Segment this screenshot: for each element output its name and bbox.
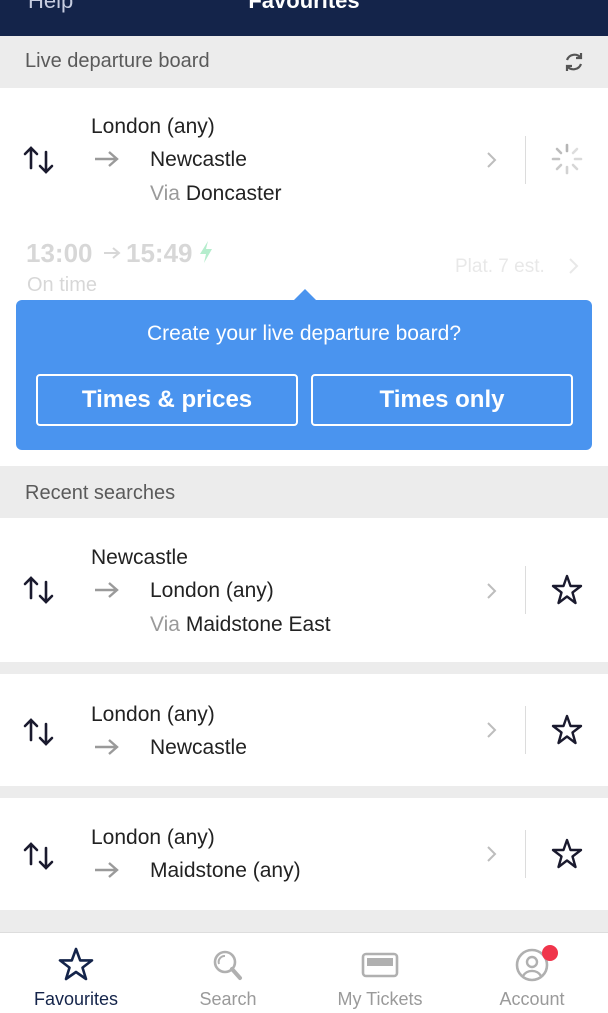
swap-direction-icon[interactable] [22, 714, 56, 748]
times-only-button[interactable]: Times only [311, 374, 573, 426]
chevron-right-icon [487, 722, 497, 738]
recent-search-item[interactable]: London (any) Maidstone (any) [0, 798, 608, 910]
journey-from: London (any) [91, 826, 215, 849]
star-icon[interactable] [550, 573, 584, 607]
vertical-divider [525, 830, 526, 878]
tab-favourites[interactable]: Favourites [0, 933, 152, 1013]
via-station: Doncaster [185, 182, 282, 205]
chevron-right-icon [487, 152, 497, 168]
notification-badge [542, 945, 558, 961]
swap-direction-icon[interactable] [22, 142, 56, 176]
via-station: Maidstone East [185, 613, 331, 636]
recent-search-item[interactable]: London (any) Newcastle [0, 674, 608, 786]
journey-to: Newcastle [150, 736, 247, 759]
tab-account[interactable]: Account [456, 933, 608, 1013]
vertical-divider [525, 566, 526, 614]
journey-from: London (any) [91, 115, 215, 138]
tab-label: Search [199, 989, 257, 1009]
arrow-right-icon [95, 582, 119, 598]
popup-question: Create your live departure board? [146, 322, 461, 345]
live-journey-row[interactable]: London (any) Newcastle Via Doncaster [0, 88, 608, 228]
journey-via: Via Doncaster [150, 182, 282, 205]
tab-label: Favourites [33, 989, 119, 1009]
star-icon [58, 947, 94, 981]
section-title: Live departure board [25, 50, 210, 72]
journey-from: Newcastle [91, 546, 188, 569]
chevron-right-icon [487, 583, 497, 599]
list-separator [0, 786, 608, 798]
arrival-time: 15:49 [126, 238, 193, 268]
journey-from: London (any) [91, 703, 215, 726]
recent-search-item[interactable]: Newcastle London (any) Via Maidstone Eas… [0, 518, 608, 662]
platform-label: Plat. 7 est. [455, 256, 545, 277]
vertical-divider [525, 706, 526, 754]
page-title: Favourites [248, 0, 360, 13]
loading-spinner-icon [551, 143, 583, 175]
arrow-right-icon [95, 739, 119, 755]
search-icon [213, 950, 242, 980]
ticket-icon [361, 952, 399, 978]
section-title: Recent searches [25, 482, 176, 504]
journey-to: London (any) [150, 579, 274, 602]
list-separator [0, 662, 608, 674]
star-icon[interactable] [550, 837, 584, 871]
swap-direction-icon[interactable] [22, 838, 56, 872]
arrow-right-icon [104, 247, 121, 259]
recent-searches-header: Recent searches [0, 466, 608, 518]
arrow-right-icon [95, 151, 119, 167]
bottom-tab-bar: Favourites Search My Tickets Account [0, 932, 608, 1012]
chevron-right-icon [487, 846, 497, 862]
list-separator [0, 910, 608, 932]
service-status: On time [27, 274, 98, 296]
departure-time: 13:00 [26, 238, 93, 268]
tab-label: My Tickets [337, 989, 423, 1009]
tab-my-tickets[interactable]: My Tickets [304, 933, 456, 1013]
top-navigation-bar: Help Favourites [0, 0, 608, 36]
times-and-prices-button[interactable]: Times & prices [36, 374, 298, 426]
chevron-right-icon [569, 258, 579, 274]
swap-direction-icon[interactable] [22, 572, 56, 606]
journey-to: Newcastle [150, 148, 247, 171]
arrow-right-icon [95, 862, 119, 878]
tab-label: Account [499, 989, 565, 1009]
create-board-popup: Create your live departure board? Times … [16, 300, 592, 450]
journey-to: Maidstone (any) [150, 859, 301, 882]
live-departure-board-header: Live departure board [0, 36, 608, 88]
star-icon[interactable] [550, 713, 584, 747]
refresh-icon[interactable] [562, 50, 586, 74]
lightning-icon [200, 241, 212, 263]
journey-via: Via Maidstone East [150, 613, 331, 636]
tab-search[interactable]: Search [152, 933, 304, 1013]
vertical-divider [525, 136, 526, 184]
